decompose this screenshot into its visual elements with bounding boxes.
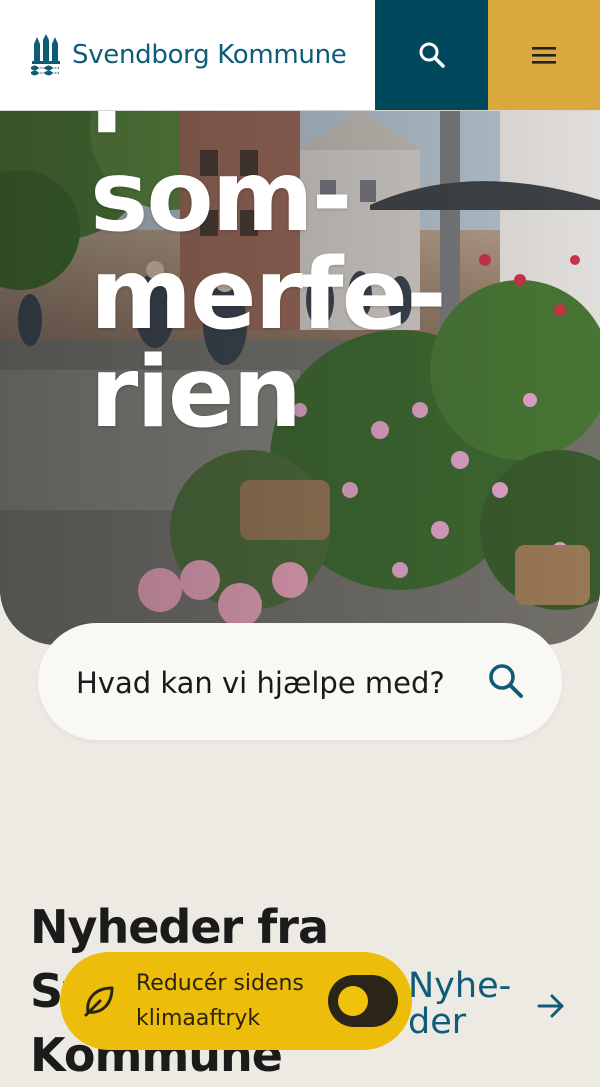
site-logo[interactable]: Svendborg Kommune: [30, 34, 347, 76]
arrow-right-icon: [537, 994, 564, 1018]
hero-title: i som- merfe- rien: [90, 110, 447, 450]
header-menu-button[interactable]: [488, 0, 600, 110]
all-news-link-label: Nyhe- der: [408, 966, 512, 1042]
site-search: [38, 623, 562, 742]
search-submit-button[interactable]: [478, 653, 534, 709]
climate-footprint-toggle[interactable]: [328, 975, 398, 1027]
climate-footprint-label: Reducér sidens klimaaftryk: [136, 971, 304, 1031]
all-news-link[interactable]: Nyhe- der: [408, 968, 566, 1040]
search-input[interactable]: [74, 623, 478, 742]
site-header: Svendborg Kommune: [0, 0, 600, 111]
svendborg-coat-of-arms-icon: [31, 34, 60, 76]
toggle-knob: [338, 986, 368, 1016]
site-name: Svendborg Kommune: [72, 40, 347, 70]
leaf-icon: [84, 986, 114, 1017]
search-icon: [419, 42, 445, 68]
header-search-button[interactable]: [375, 0, 488, 110]
climate-footprint-widget: Reducér sidens klimaaftryk: [60, 952, 412, 1050]
hero-banner: i som- merfe- rien: [0, 110, 600, 645]
hamburger-menu-icon: [532, 47, 556, 64]
search-icon: [489, 664, 523, 698]
